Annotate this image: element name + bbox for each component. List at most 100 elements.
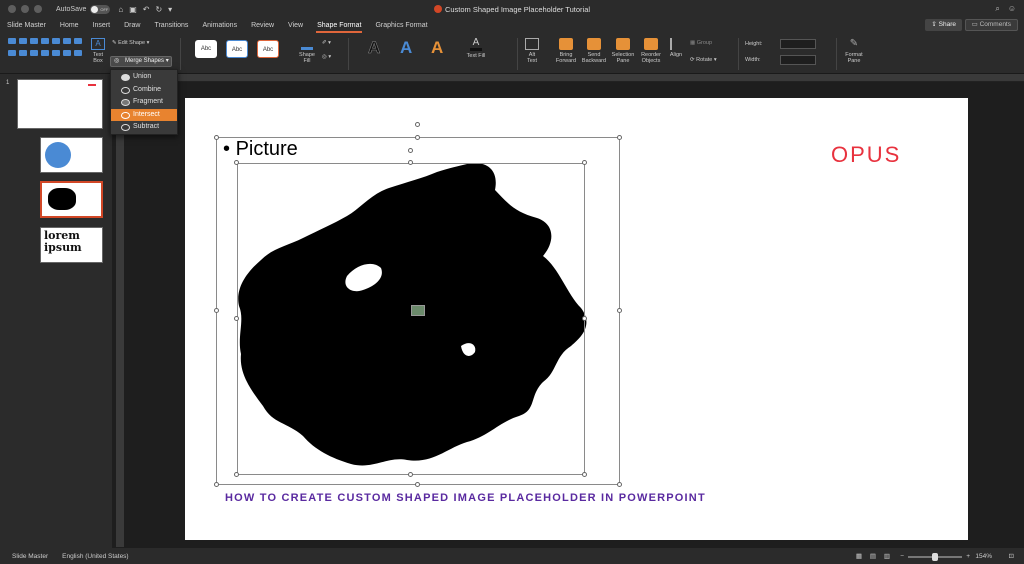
shapes-gallery[interactable] — [8, 38, 82, 60]
zoom-slider-thumb[interactable] — [932, 553, 938, 561]
group-button[interactable]: ▦ Group — [690, 40, 712, 46]
resize-handle[interactable] — [234, 316, 239, 321]
tab-insert[interactable]: Insert — [86, 18, 118, 34]
shape-icon[interactable] — [74, 49, 82, 56]
thumbnail-layout-1[interactable] — [40, 137, 103, 173]
resize-handle[interactable] — [582, 472, 587, 477]
slide-sorter-icon[interactable]: ▤ — [870, 552, 876, 560]
close-window-button[interactable] — [8, 5, 16, 13]
alt-text-button[interactable]: Alt Text — [522, 38, 542, 64]
resize-handle[interactable] — [582, 160, 587, 165]
shape-style-1[interactable]: Abc — [195, 40, 217, 58]
tab-animations[interactable]: Animations — [195, 18, 244, 34]
shape-icon[interactable] — [8, 38, 16, 44]
minimize-window-button[interactable] — [21, 5, 29, 13]
shape-outline-button[interactable]: ✐ ▾ — [322, 40, 331, 46]
resize-handle[interactable] — [617, 308, 622, 313]
bring-forward-button[interactable]: Bring Forward — [553, 38, 579, 64]
rotate-handle[interactable] — [415, 122, 420, 127]
height-input[interactable] — [780, 39, 816, 49]
shape-effects-button[interactable]: ◎ ▾ — [322, 54, 331, 60]
resize-handle[interactable] — [214, 308, 219, 313]
maximize-window-button[interactable] — [34, 5, 42, 13]
shape-icon[interactable] — [30, 38, 38, 44]
format-pane-button[interactable]: ✎ Format Pane — [842, 38, 866, 64]
shape-icon[interactable] — [63, 49, 71, 56]
resize-handle[interactable] — [617, 135, 622, 140]
menu-item-intersect[interactable]: Intersect — [111, 108, 177, 122]
shape-icon[interactable] — [19, 49, 27, 56]
slide[interactable]: OPUS • Picture HOW TO CREATE CUSTOM SHAP… — [185, 98, 968, 540]
share-button[interactable]: ⇪ Share — [925, 19, 962, 31]
comments-button[interactable]: ▭ Comments — [964, 19, 1018, 31]
text-fill-button[interactable]: A Text Fill — [462, 38, 490, 60]
send-backward-button[interactable]: Send Backward — [580, 38, 608, 64]
tab-home[interactable]: Home — [53, 18, 86, 34]
thumbnail-master[interactable] — [17, 79, 103, 129]
picture-placeholder-inner-selection[interactable] — [237, 163, 585, 475]
tab-slide-master[interactable]: Slide Master — [0, 18, 53, 34]
menu-item-union[interactable]: Union — [111, 71, 177, 84]
reorder-objects-button[interactable]: Reorder Objects — [638, 38, 664, 64]
shape-style-3[interactable]: Abc — [257, 40, 279, 58]
selection-pane-button[interactable]: Selection Pane — [609, 38, 637, 64]
autosave-toggle[interactable]: OFF — [90, 4, 111, 14]
shape-style-2[interactable]: Abc — [226, 40, 248, 58]
shape-icon[interactable] — [8, 49, 16, 56]
wordart-style-2[interactable]: A — [400, 38, 412, 58]
resize-handle[interactable] — [415, 482, 420, 487]
shape-fill-button[interactable]: Shape Fill — [296, 38, 318, 64]
reading-view-icon[interactable]: ▥ — [884, 552, 890, 560]
tab-view[interactable]: View — [281, 18, 310, 34]
menu-item-fragment[interactable]: Fragment — [111, 96, 177, 109]
status-language[interactable]: English (United States) — [62, 553, 128, 560]
shape-icon[interactable] — [63, 38, 71, 44]
customize-toolbar-icon[interactable]: ▾ — [168, 5, 172, 14]
save-icon[interactable]: ▣ — [129, 5, 137, 14]
width-input[interactable] — [780, 55, 816, 65]
home-icon[interactable]: ⌂ — [118, 5, 123, 14]
rotate-button[interactable]: ⟳ Rotate ▾ — [690, 57, 717, 63]
shape-icon[interactable] — [52, 38, 60, 44]
wordart-style-1[interactable]: A — [368, 38, 381, 58]
search-icon[interactable]: ⌕ — [995, 4, 999, 14]
undo-icon[interactable]: ↶ — [143, 5, 150, 14]
tab-transitions[interactable]: Transitions — [147, 18, 195, 34]
shape-icon[interactable] — [74, 38, 82, 44]
resize-handle[interactable] — [617, 482, 622, 487]
tab-review[interactable]: Review — [244, 18, 281, 34]
resize-handle[interactable] — [582, 316, 587, 321]
align-button[interactable]: Align — [667, 38, 685, 58]
resize-handle[interactable] — [415, 135, 420, 140]
menu-item-combine[interactable]: Combine — [111, 84, 177, 97]
redo-icon[interactable]: ↻ — [155, 5, 162, 14]
shape-icon[interactable] — [19, 38, 27, 44]
resize-handle[interactable] — [214, 482, 219, 487]
resize-handle[interactable] — [214, 135, 219, 140]
tab-shape-format[interactable]: Shape Format — [310, 18, 368, 34]
shape-icon[interactable] — [30, 49, 38, 56]
menu-item-subtract[interactable]: Subtract — [111, 121, 177, 134]
merge-shapes-button[interactable]: ◎ Merge Shapes ▾ — [110, 56, 172, 67]
tab-draw[interactable]: Draw — [117, 18, 147, 34]
smiley-icon[interactable]: ☺ — [1008, 4, 1016, 14]
resize-handle[interactable] — [234, 160, 239, 165]
resize-handle[interactable] — [234, 472, 239, 477]
shape-icon[interactable] — [41, 49, 49, 56]
resize-handle[interactable] — [408, 160, 413, 165]
tab-graphics-format[interactable]: Graphics Format — [368, 18, 434, 34]
thumbnail-layout-3[interactable]: lorem ipsum — [40, 227, 103, 263]
shape-icon[interactable] — [52, 49, 60, 56]
rotate-handle[interactable] — [408, 148, 413, 153]
zoom-level[interactable]: 154% — [975, 553, 992, 560]
normal-view-icon[interactable]: ▦ — [856, 552, 862, 560]
zoom-in-icon[interactable]: + — [966, 553, 970, 560]
text-box-button[interactable]: A Text Box — [90, 38, 106, 64]
fit-to-window-icon[interactable]: ⊡ — [1009, 552, 1014, 560]
shape-icon[interactable] — [41, 38, 49, 44]
zoom-out-icon[interactable]: − — [900, 553, 904, 560]
thumbnail-layout-2[interactable] — [40, 181, 103, 218]
resize-handle[interactable] — [408, 472, 413, 477]
wordart-style-3[interactable]: A — [431, 38, 443, 58]
edit-shape-button[interactable]: ✎ Edit Shape ▾ — [112, 40, 149, 46]
